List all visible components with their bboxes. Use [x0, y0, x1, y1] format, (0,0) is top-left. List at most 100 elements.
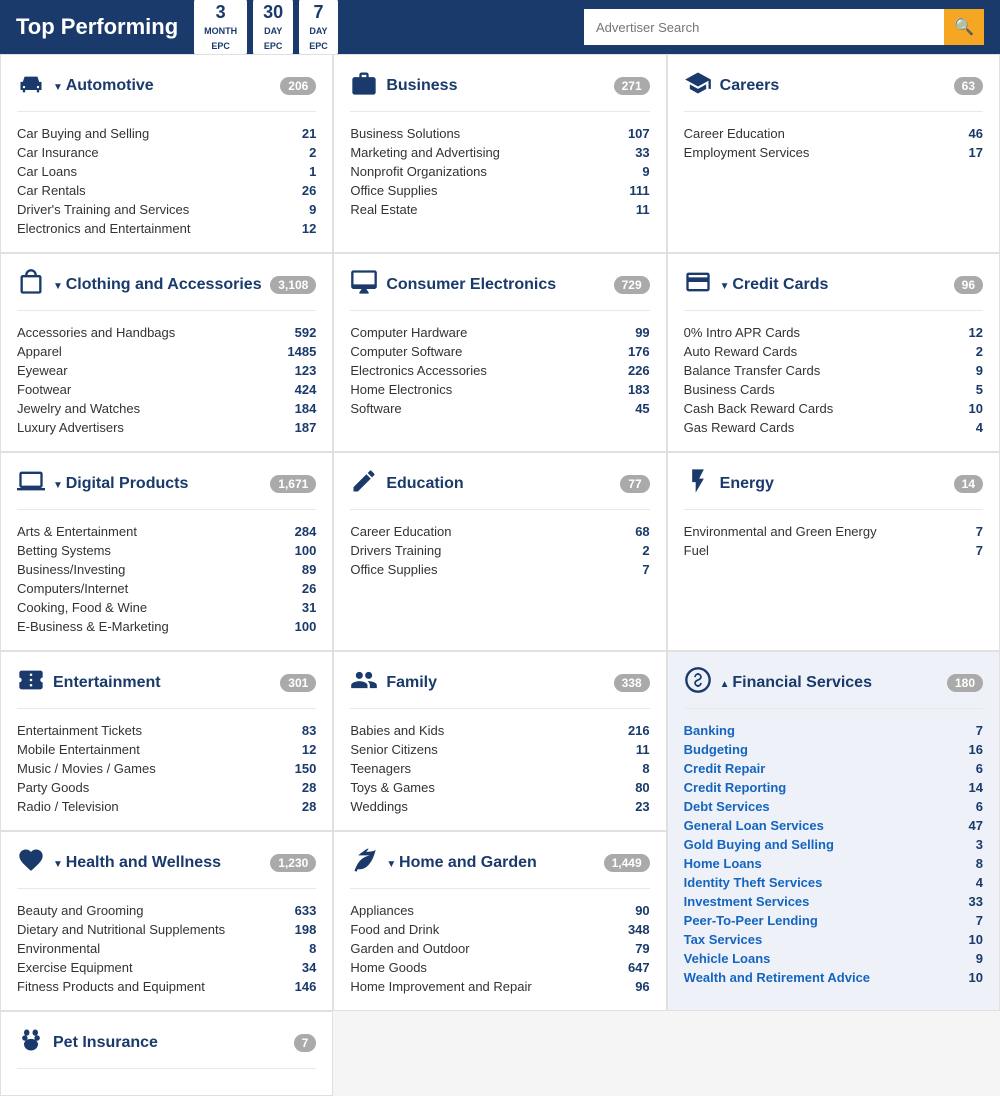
list-item[interactable]: Entertainment Tickets83 [17, 721, 316, 740]
cat-title-education[interactable]: Education [386, 475, 620, 493]
cat-header-financial-services: Financial Services 180 [684, 666, 983, 709]
cat-title-financial-services[interactable]: Financial Services [720, 674, 947, 692]
list-item[interactable]: Career Education46 [684, 124, 983, 143]
list-item[interactable]: Peer-To-Peer Lending7 [684, 911, 983, 930]
cat-title-health-wellness[interactable]: Health and Wellness [53, 854, 270, 872]
list-item[interactable]: Environmental and Green Energy7 [684, 522, 983, 541]
cat-title-careers[interactable]: Careers [720, 77, 954, 95]
list-item[interactable]: Electronics Accessories226 [350, 361, 649, 380]
cat-title-clothing[interactable]: Clothing and Accessories [53, 276, 270, 294]
list-item[interactable]: Banking7 [684, 721, 983, 740]
list-item[interactable]: Betting Systems100 [17, 541, 316, 560]
cat-title-business[interactable]: Business [386, 77, 613, 95]
epc-7day-button[interactable]: 7 DAYEPC [299, 0, 338, 56]
epc-30day-button[interactable]: 30 DAYEPC [253, 0, 293, 56]
list-item[interactable]: Drivers Training2 [350, 541, 649, 560]
list-item[interactable]: Car Buying and Selling21 [17, 124, 316, 143]
list-item[interactable]: Home Electronics183 [350, 380, 649, 399]
list-item[interactable]: Home Improvement and Repair96 [350, 977, 649, 996]
epc-3month-button[interactable]: 3 MONTHEPC [194, 0, 247, 56]
list-item[interactable]: Car Insurance2 [17, 143, 316, 162]
list-item[interactable]: Radio / Television28 [17, 797, 316, 816]
search-input[interactable] [584, 9, 944, 45]
list-item[interactable]: Electronics and Entertainment12 [17, 219, 316, 238]
list-item[interactable]: Accessories and Handbags592 [17, 323, 316, 342]
cat-title-pet-insurance[interactable]: Pet Insurance [53, 1034, 294, 1052]
list-item[interactable]: Exercise Equipment34 [17, 958, 316, 977]
list-item[interactable]: Gas Reward Cards4 [684, 418, 983, 437]
list-item[interactable]: Identity Theft Services4 [684, 873, 983, 892]
list-item[interactable]: Music / Movies / Games150 [17, 759, 316, 778]
cat-title-credit-cards[interactable]: Credit Cards [720, 276, 954, 294]
list-item[interactable]: Career Education68 [350, 522, 649, 541]
list-item[interactable]: Credit Reporting14 [684, 778, 983, 797]
list-item[interactable]: Computer Software176 [350, 342, 649, 361]
cat-header-education: Education 77 [350, 467, 649, 510]
list-item[interactable]: Car Rentals26 [17, 181, 316, 200]
list-item[interactable]: Home Loans8 [684, 854, 983, 873]
list-item[interactable]: Office Supplies111 [350, 181, 649, 200]
list-item[interactable]: Fuel7 [684, 541, 983, 560]
list-item[interactable]: Appliances90 [350, 901, 649, 920]
list-item[interactable]: Computer Hardware99 [350, 323, 649, 342]
list-item[interactable]: Babies and Kids216 [350, 721, 649, 740]
list-item[interactable]: Business Cards5 [684, 380, 983, 399]
list-item[interactable]: Real Estate11 [350, 200, 649, 219]
cat-title-home-garden[interactable]: Home and Garden [386, 854, 603, 872]
cat-title-entertainment[interactable]: Entertainment [53, 674, 280, 692]
list-item[interactable]: Nonprofit Organizations9 [350, 162, 649, 181]
list-item[interactable]: Jewelry and Watches184 [17, 399, 316, 418]
list-item[interactable]: Credit Repair6 [684, 759, 983, 778]
list-item[interactable]: Debt Services6 [684, 797, 983, 816]
list-item[interactable]: Cooking, Food & Wine31 [17, 598, 316, 617]
list-item[interactable]: Car Loans1 [17, 162, 316, 181]
list-item[interactable]: Apparel1485 [17, 342, 316, 361]
list-item[interactable]: Marketing and Advertising33 [350, 143, 649, 162]
list-item[interactable]: Software45 [350, 399, 649, 418]
list-item[interactable]: Mobile Entertainment12 [17, 740, 316, 759]
list-item[interactable]: Balance Transfer Cards9 [684, 361, 983, 380]
list-item[interactable]: Garden and Outdoor79 [350, 939, 649, 958]
list-item[interactable]: Employment Services17 [684, 143, 983, 162]
list-item[interactable]: Cash Back Reward Cards10 [684, 399, 983, 418]
list-item[interactable]: Gold Buying and Selling3 [684, 835, 983, 854]
list-item[interactable]: Vehicle Loans9 [684, 949, 983, 968]
list-item[interactable]: Auto Reward Cards2 [684, 342, 983, 361]
list-item[interactable]: 0% Intro APR Cards12 [684, 323, 983, 342]
list-item[interactable]: Food and Drink348 [350, 920, 649, 939]
list-item[interactable]: Business/Investing89 [17, 560, 316, 579]
list-item[interactable]: Business Solutions107 [350, 124, 649, 143]
list-item[interactable]: E-Business & E-Marketing100 [17, 617, 316, 636]
list-item[interactable]: Wealth and Retirement Advice10 [684, 968, 983, 987]
list-item[interactable]: Beauty and Grooming633 [17, 901, 316, 920]
list-item[interactable]: Fitness Products and Equipment146 [17, 977, 316, 996]
search-button[interactable]: 🔍 [944, 9, 984, 45]
list-item[interactable]: Toys & Games80 [350, 778, 649, 797]
list-item[interactable]: Dietary and Nutritional Supplements198 [17, 920, 316, 939]
cat-header-consumer-electronics: Consumer Electronics 729 [350, 268, 649, 311]
list-item[interactable]: Arts & Entertainment284 [17, 522, 316, 541]
list-item[interactable]: Eyewear123 [17, 361, 316, 380]
list-item[interactable]: Budgeting16 [684, 740, 983, 759]
list-item[interactable]: Senior Citizens11 [350, 740, 649, 759]
list-item[interactable]: Weddings23 [350, 797, 649, 816]
list-item[interactable]: Computers/Internet26 [17, 579, 316, 598]
cat-title-automotive[interactable]: Automotive [53, 77, 280, 95]
cat-title-digital-products[interactable]: Digital Products [53, 475, 270, 493]
list-item[interactable]: General Loan Services47 [684, 816, 983, 835]
list-item[interactable]: Party Goods28 [17, 778, 316, 797]
list-item[interactable]: Teenagers8 [350, 759, 649, 778]
list-item[interactable]: Luxury Advertisers187 [17, 418, 316, 437]
list-item[interactable]: Home Goods647 [350, 958, 649, 977]
list-item[interactable]: Footwear424 [17, 380, 316, 399]
category-education: Education 77 Career Education68 Drivers … [333, 452, 666, 651]
list-item[interactable]: Office Supplies7 [350, 560, 649, 579]
cat-title-energy[interactable]: Energy [720, 475, 954, 493]
cat-title-consumer-electronics[interactable]: Consumer Electronics [386, 276, 613, 294]
epc-3month-label: MONTHEPC [204, 26, 237, 50]
list-item[interactable]: Tax Services10 [684, 930, 983, 949]
cat-title-family[interactable]: Family [386, 674, 613, 692]
list-item[interactable]: Environmental8 [17, 939, 316, 958]
list-item[interactable]: Driver's Training and Services9 [17, 200, 316, 219]
list-item[interactable]: Investment Services33 [684, 892, 983, 911]
